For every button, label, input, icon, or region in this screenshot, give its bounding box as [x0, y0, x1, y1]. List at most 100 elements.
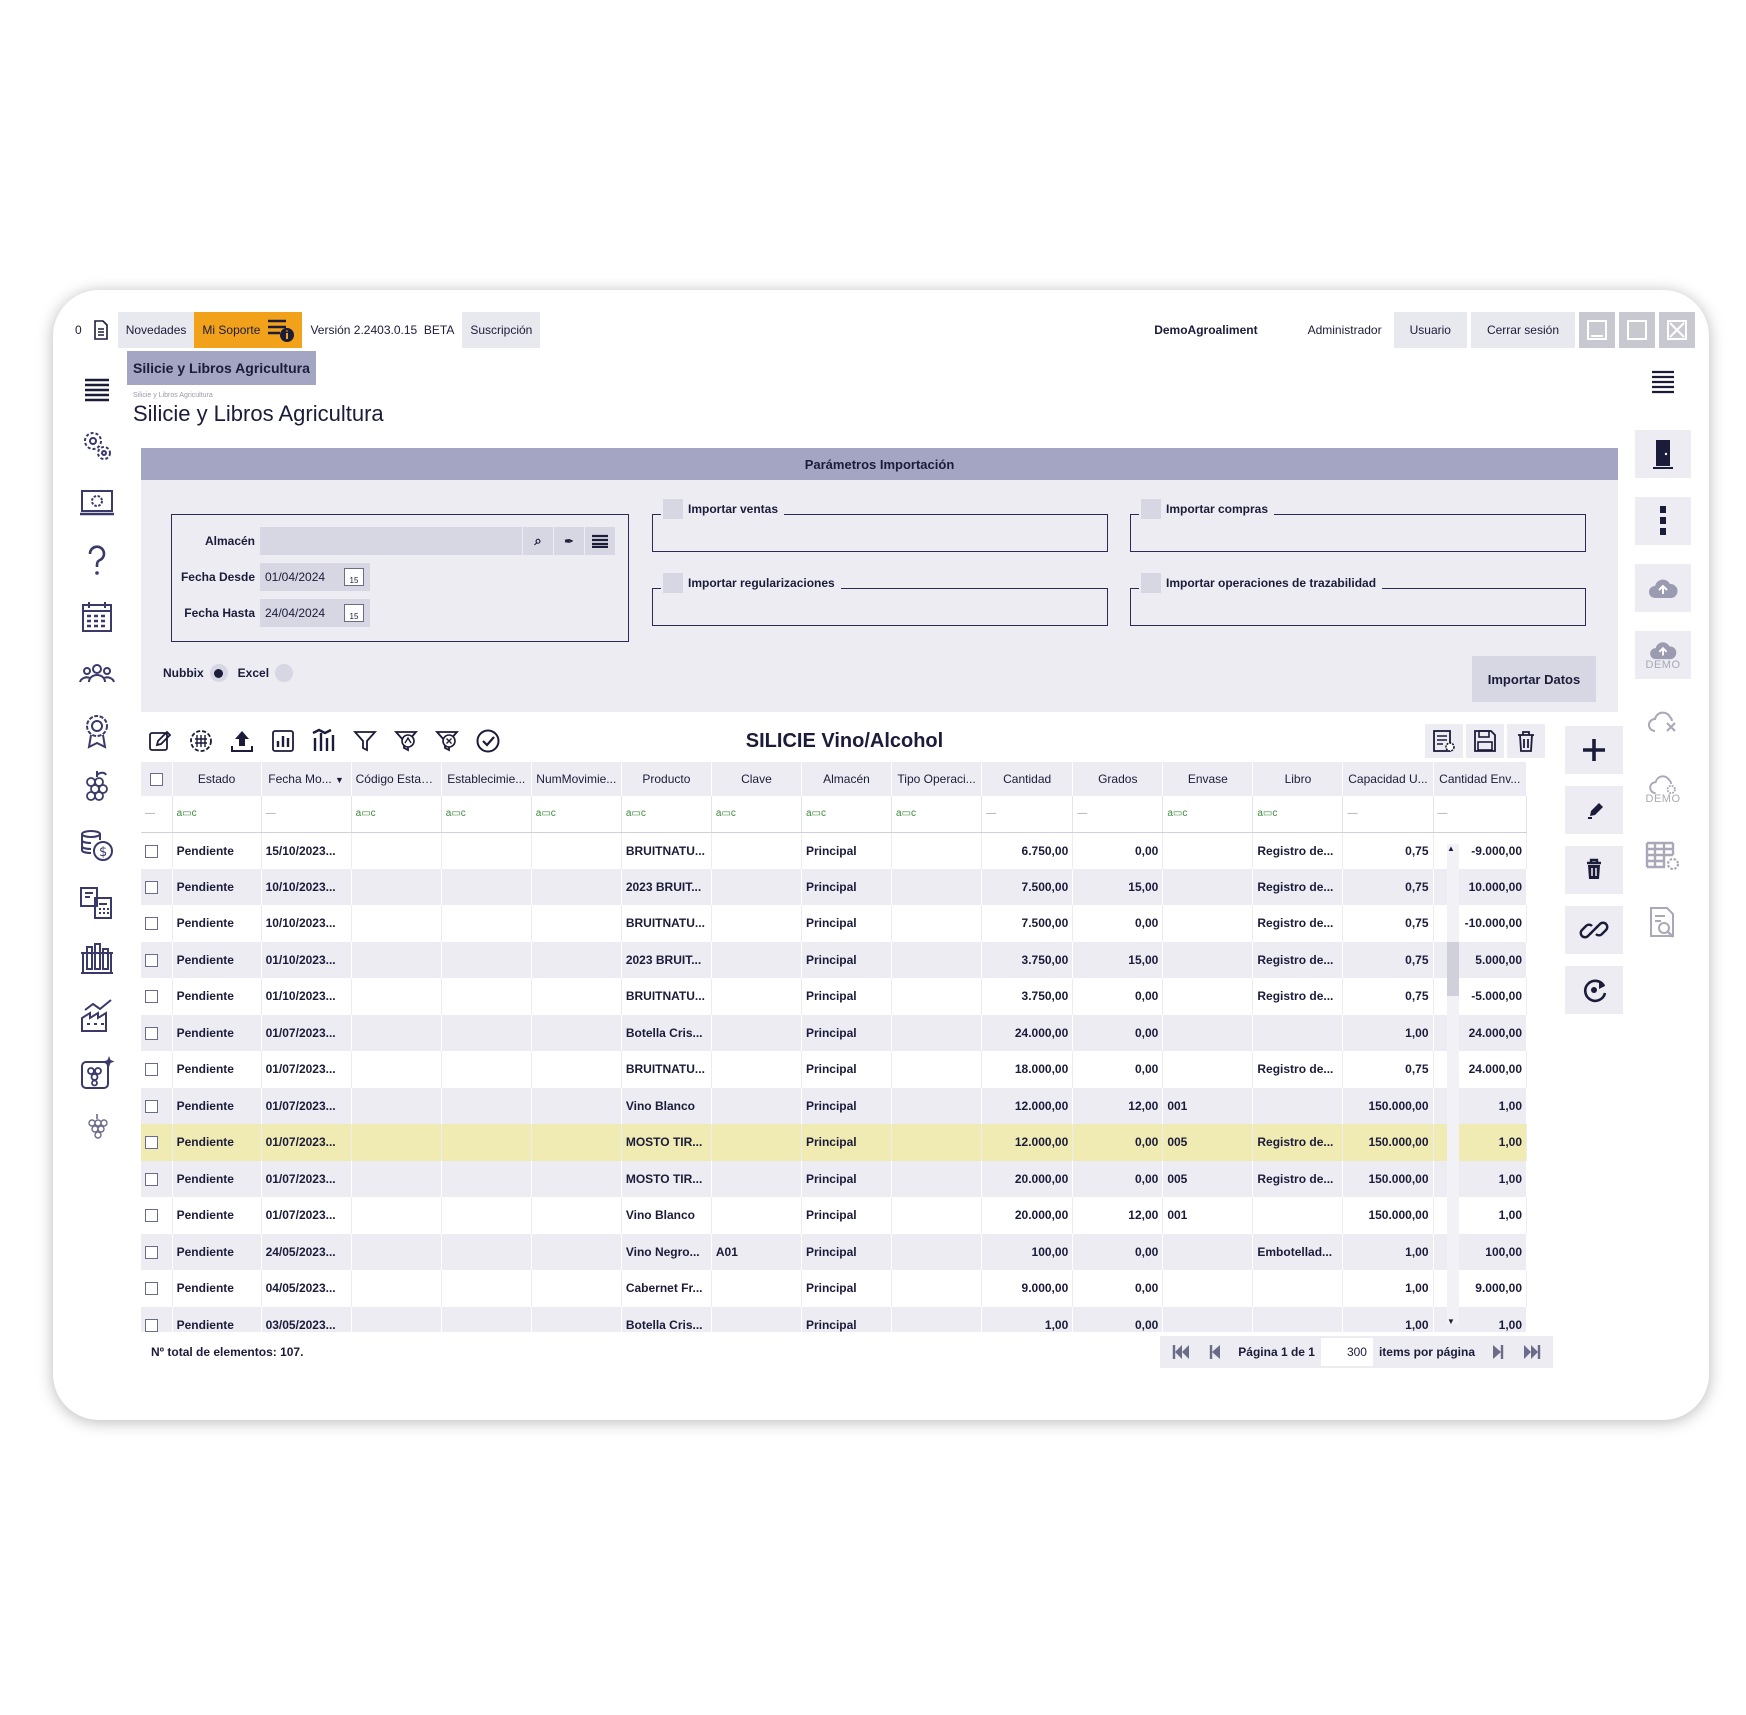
row-checkbox[interactable]: [145, 1063, 158, 1077]
right-menu-toggle[interactable]: [1631, 360, 1695, 402]
column-header[interactable]: Estado: [172, 762, 262, 796]
suscripcion-button[interactable]: Suscripción: [462, 312, 541, 348]
column-header[interactable]: Código Estab...: [351, 762, 442, 796]
table-cell[interactable]: 01/10/2023...: [261, 978, 352, 1015]
table-cell[interactable]: [1162, 832, 1254, 869]
column-header[interactable]: Grados: [1072, 762, 1164, 796]
table-cell[interactable]: Principal: [801, 1014, 893, 1051]
close-button[interactable]: [1659, 312, 1695, 348]
delete-record-button[interactable]: [1565, 846, 1623, 894]
table-cell[interactable]: [1252, 1197, 1344, 1234]
chart-button[interactable]: [264, 724, 302, 758]
table-cell[interactable]: 0,00: [1072, 905, 1164, 942]
table-cell[interactable]: Principal: [801, 1197, 893, 1234]
table-cell[interactable]: 15/10/2023...: [261, 832, 352, 869]
row-select-cell[interactable]: [141, 941, 173, 978]
table-cell[interactable]: [351, 1014, 442, 1051]
table-cell[interactable]: [1252, 1306, 1344, 1332]
grid-scrollbar[interactable]: ▲ ▼: [1445, 762, 1459, 1332]
table-cell[interactable]: [891, 868, 983, 905]
sidebar-item-finance[interactable]: $: [67, 816, 127, 873]
table-cell[interactable]: MOSTO TIR...: [621, 1160, 712, 1197]
edit-record-button[interactable]: [1565, 786, 1623, 834]
table-cell[interactable]: [891, 905, 983, 942]
table-row[interactable]: Pendiente 01/07/2023... Vino Blanco Princip…: [141, 1087, 1527, 1124]
table-cell[interactable]: Registro de...: [1252, 1160, 1344, 1197]
table-cell[interactable]: [441, 1233, 532, 1270]
sidebar-item-calendar[interactable]: [67, 588, 127, 645]
table-cell[interactable]: [441, 1087, 532, 1124]
table-cell[interactable]: 001: [1162, 1087, 1254, 1124]
filter-cell[interactable]: —: [1342, 796, 1434, 833]
table-cell[interactable]: [351, 978, 442, 1015]
breadcrumb[interactable]: Silicie y Libros Agricultura: [127, 351, 316, 385]
edit-button[interactable]: [141, 724, 179, 758]
usuario-button[interactable]: Usuario: [1393, 312, 1467, 348]
table-cell[interactable]: 10/10/2023...: [261, 868, 352, 905]
table-cell[interactable]: [891, 978, 983, 1015]
filter-cell[interactable]: a▭c: [351, 796, 442, 833]
almacen-search-button[interactable]: ⌕: [523, 527, 553, 555]
table-row[interactable]: Pendiente 01/07/2023... MOSTO TIR... Princi…: [141, 1124, 1527, 1161]
table-cell[interactable]: BRUITNATU...: [621, 1051, 712, 1088]
table-cell[interactable]: Vino Blanco: [621, 1197, 712, 1234]
validate-button[interactable]: [469, 724, 507, 758]
table-cell[interactable]: Pendiente: [172, 978, 262, 1015]
per-page-input[interactable]: 300: [1320, 1338, 1373, 1366]
table-cell[interactable]: Pendiente: [172, 1087, 262, 1124]
fecha-hasta-input[interactable]: 24/04/2024 15: [260, 599, 370, 627]
table-cell[interactable]: 150.000,00: [1342, 1087, 1434, 1124]
table-cell[interactable]: 01/07/2023...: [261, 1087, 352, 1124]
table-cell[interactable]: [441, 868, 532, 905]
table-cell[interactable]: 6.750,00: [981, 832, 1074, 869]
document-search-button[interactable]: [1635, 899, 1691, 947]
row-checkbox[interactable]: [145, 1282, 158, 1296]
sidebar-item-monitor[interactable]: [67, 474, 127, 531]
table-cell[interactable]: [891, 1197, 983, 1234]
almacen-list-button[interactable]: [585, 527, 615, 555]
table-cell[interactable]: 0,00: [1072, 1051, 1164, 1088]
table-cell[interactable]: [1162, 1270, 1254, 1307]
sidebar-item-grapes-small[interactable]: [67, 1101, 127, 1158]
table-cell[interactable]: 15,00: [1072, 941, 1164, 978]
column-header[interactable]: Almacén: [801, 762, 893, 796]
fecha-desde-input[interactable]: 01/04/2024 15: [260, 563, 370, 591]
table-cell[interactable]: 100,00: [981, 1233, 1074, 1270]
filter-cell[interactable]: a▭c: [801, 796, 893, 833]
scroll-up-icon[interactable]: ▲: [1447, 844, 1455, 853]
row-checkbox[interactable]: [145, 1099, 158, 1113]
table-cell[interactable]: Principal: [801, 1270, 893, 1307]
filter-cell[interactable]: a▭c: [1162, 796, 1254, 833]
table-cell[interactable]: 0,75: [1342, 832, 1434, 869]
sidebar-item-grapes[interactable]: [67, 759, 127, 816]
table-cell[interactable]: [711, 1014, 802, 1051]
table-cell[interactable]: Registro de...: [1252, 1051, 1344, 1088]
table-cell[interactable]: [891, 1124, 983, 1161]
last-page-button[interactable]: [1515, 1336, 1549, 1368]
table-cell[interactable]: [531, 1233, 622, 1270]
table-cell[interactable]: Principal: [801, 832, 893, 869]
table-cell[interactable]: 0,00: [1072, 1306, 1164, 1332]
table-cell[interactable]: [531, 905, 622, 942]
table-cell[interactable]: Registro de...: [1252, 832, 1344, 869]
table-cell[interactable]: 0,75: [1342, 941, 1434, 978]
scrollbar-track[interactable]: [1447, 844, 1459, 1324]
row-select-cell[interactable]: [141, 1087, 173, 1124]
table-cell[interactable]: [441, 1270, 532, 1307]
exit-door-button[interactable]: [1635, 430, 1691, 478]
table-cell[interactable]: 0,75: [1342, 905, 1434, 942]
table-cell[interactable]: 2023 BRUIT...: [621, 868, 712, 905]
table-cell[interactable]: 12,00: [1072, 1087, 1164, 1124]
table-cell[interactable]: Registro de...: [1252, 905, 1344, 942]
table-cell[interactable]: 12,00: [1072, 1197, 1164, 1234]
table-cell[interactable]: 03/05/2023...: [261, 1306, 352, 1332]
table-cell[interactable]: MOSTO TIR...: [621, 1124, 712, 1161]
importar-ventas-checkbox[interactable]: [663, 499, 683, 519]
table-cell[interactable]: [711, 1160, 802, 1197]
table-cell[interactable]: Embotellad...: [1252, 1233, 1344, 1270]
table-cell[interactable]: [1162, 905, 1254, 942]
filter-cell[interactable]: a▭c: [441, 796, 532, 833]
table-cell[interactable]: 01/10/2023...: [261, 941, 352, 978]
table-cell[interactable]: [891, 1160, 983, 1197]
table-cell[interactable]: [441, 941, 532, 978]
